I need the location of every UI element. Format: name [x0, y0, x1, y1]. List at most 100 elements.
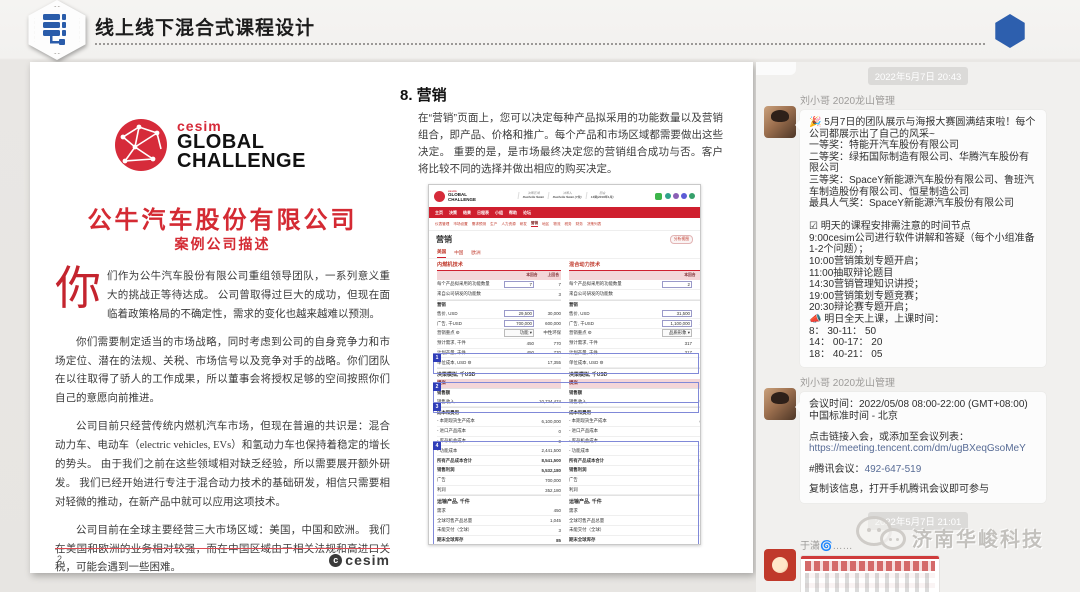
wechat-logo-icon: [856, 512, 908, 562]
attachment-results-table: [805, 573, 935, 592]
cesim-footer-logo: c cesim: [329, 552, 390, 568]
screenshot-header: cesim GLOBAL CHALLENGE 决策区域Rochelle Swan…: [429, 185, 700, 207]
table-row: 运输产品, 千件: [437, 495, 561, 506]
table-row: 期末全球库存85: [437, 536, 561, 545]
attachment-title-strip: [805, 561, 935, 571]
table-row: 每个产品拟采用的功能数量77: [437, 280, 561, 290]
table-row: 营销重点 ⚙功能 ▾中性环保: [437, 329, 561, 339]
table-row: 销售收入10,734,474: [437, 397, 561, 407]
company-title: 公牛汽车股份有限公司: [55, 200, 390, 235]
table-row: 广告, 千USD1,100,0001,000,000: [569, 319, 701, 329]
wechat-chat-panel: 2022年5月7日 20:43 刘小哥 2020龙山管理 🎉 5月7日的团队展示…: [756, 62, 1080, 592]
table-row: 决策模拟, 千USD: [437, 368, 561, 379]
table-row: 需求317: [569, 506, 701, 516]
title-underline: [95, 43, 985, 45]
marketing-section-page: 8. 营销 在“营销”页面上，您可以决定每种产品拟采用的功能数量以及营销组合，即…: [400, 62, 748, 573]
chat-message-1: 刘小哥 2020龙山管理 🎉 5月7日的团队展示与海报大赛圆满结束啦！每个公司都…: [756, 92, 1080, 367]
table-row: 利润352,180: [437, 486, 561, 496]
screenshot-breadcrumbs: 决策区域Rochelle Swan决策人Rochelle Swan (7位)回合…: [518, 192, 614, 199]
message-bubble: 🎉 5月7日的团队展示与海报大赛圆满结束啦！每个公司都展示出了自己的风采~一等奖…: [800, 110, 1046, 367]
table-row: 期末全球库存62: [569, 536, 701, 545]
table-row: 成本和费用: [569, 407, 701, 417]
table-row: 所有产品成本合计8,260,000: [569, 456, 701, 466]
table-row: 未能交付（全球）0: [569, 526, 701, 536]
sender-name: 刘小哥 2020龙山管理: [800, 374, 1070, 389]
slide-header: 线上线下混合式课程设计: [0, 0, 1080, 60]
table-row: 计划产量, 千件450770: [437, 349, 561, 359]
watermark-text: 济南华峻科技: [912, 523, 1044, 552]
table-row: - 功能成本1,902,000: [569, 446, 701, 456]
company-subtitle: 案例公司描述: [55, 234, 390, 254]
table-row: 销售额: [569, 388, 701, 398]
hybrid-tech-column: 混合动力技术 本回合 上回合 每个产品拟采用的功能数量22来自公司研发的功能数3…: [569, 259, 701, 545]
table-row: 单位成本, USD ⚙21,940: [569, 358, 701, 368]
avatar[interactable]: [764, 106, 796, 138]
table-row: 销售收入9,852,600: [569, 397, 701, 407]
table-row: 模拟: [569, 379, 701, 388]
table-row: 未能交付（全球）3: [437, 526, 561, 536]
meeting-link[interactable]: https://meeting.tencent.com/dm/ugBXeqGso…: [809, 443, 1037, 455]
page-title: 线上线下混合式课程设计: [95, 13, 315, 40]
avatar[interactable]: [764, 549, 796, 581]
screenshot-cesim-logo: cesim GLOBAL CHALLENGE: [434, 190, 476, 202]
table-row: - 库存机会成本0: [569, 437, 701, 447]
hexagon-decoration: [994, 14, 1026, 48]
mini-globe-icon: [434, 191, 445, 202]
table-row: 每个产品拟采用的功能数量22: [569, 280, 701, 290]
table-row: 销售利润1,592,600: [569, 466, 701, 476]
watermark: 济南华峻科技: [856, 512, 1044, 562]
table-row: 需求450: [437, 506, 561, 516]
table-row: 全球可售产品总量980: [569, 516, 701, 526]
screenshot-main-nav: 主页决策结果日程表小组帮助论坛: [429, 207, 700, 218]
page-number: 2: [57, 554, 62, 564]
footer-rule: [55, 548, 390, 549]
paragraph-1: 们作为公牛汽车股份有限公司重组领导团队，一系列意义重大的挑战正等待达成。 公司曾…: [107, 271, 390, 320]
table-row: 售价, USD31,50032,000: [569, 309, 701, 319]
table-row: 模拟: [437, 379, 561, 388]
chat-message-2: 刘小哥 2020龙山管理 会议时间：2022/05/08 08:00-22:00…: [756, 374, 1080, 503]
region-tabs: 美国中国欧洲: [429, 247, 700, 259]
document-page: cesim GLOBAL CHALLENGE 公牛汽车股份有限公司 案例公司描述…: [30, 62, 753, 573]
table-row: 广告, 千USD700,000600,000: [437, 319, 561, 329]
screenshot-sub-nav: 仪表管理市场设置需求预测生产人力资源研发营销地区物流税务财务决策列表: [429, 218, 700, 231]
table-row: 运输产品, 千件: [569, 495, 701, 506]
table-row: 预计需求, 千件317317: [569, 339, 701, 349]
table-row: 营销: [437, 300, 561, 310]
cesim-globe-icon: [113, 117, 169, 173]
course-hexagon-badge: [26, 0, 88, 60]
table-row: - 进口产品成本0: [437, 427, 561, 437]
table-row: - 功能成本2,441,500: [437, 446, 561, 456]
table-row: 销售利润5,532,180: [437, 466, 561, 476]
logo-challenge-text: CHALLENGE: [177, 152, 306, 171]
table-row: 决策模拟, 千USD: [569, 368, 701, 379]
table-row: 成本和费用: [437, 407, 561, 417]
table-row: 来自公司研发的功能数3: [569, 290, 701, 300]
table-row: 销售额: [437, 388, 561, 398]
meeting-id[interactable]: 492-647-519: [865, 464, 922, 475]
case-description-page: cesim GLOBAL CHALLENGE 公牛汽车股份有限公司 案例公司描述…: [55, 62, 390, 573]
table-row: 来自公司研发的功能数3: [437, 290, 561, 300]
table-row: - 本期现货生产成本6,358,000: [569, 417, 701, 427]
status-chip-icon: [655, 193, 662, 200]
chat-timestamp: 2022年5月7日 20:43: [868, 67, 969, 85]
sender-name: 刘小哥 2020龙山管理: [800, 92, 1070, 107]
table-row: 广告700,000: [437, 476, 561, 486]
previous-bubble-remnant: [756, 62, 796, 75]
table-row: 广告1,100,000: [569, 476, 701, 486]
paragraph-3: 公司目前只经营传统内燃机汽车市场，但现在普遍的共识是：混合动力车、电动车（ele…: [55, 418, 390, 512]
server-stack-icon: [41, 13, 73, 47]
cesim-platform-screenshot: cesim GLOBAL CHALLENGE 决策区域Rochelle Swan…: [428, 184, 701, 545]
table-row: 全球可售产品总量1,045: [437, 516, 561, 526]
message-bubble: 会议时间：2022/05/08 08:00-22:00 (GMT+08:00) …: [800, 392, 1046, 503]
table-row: 营销: [569, 300, 701, 310]
ice-tech-column: 内燃机技术 本回合 上回合 每个产品拟采用的功能数量77来自公司研发的功能数3营…: [437, 259, 561, 545]
cesim-c-icon: c: [329, 554, 342, 567]
table-row: 单位成本, USD ⚙17,355: [437, 358, 561, 368]
table-row: 所有产品成本合计8,541,500: [437, 456, 561, 466]
paragraph-2: 你们需要制定适当的市场战略，同时考虑到公司的自身竞争力和市场定位、潜在的法规、关…: [55, 334, 390, 410]
section-heading: 8. 营销: [400, 84, 447, 105]
table-row: 计划产量, 千件317317: [569, 349, 701, 359]
table-row: 预计需求, 千件450770: [437, 339, 561, 349]
avatar[interactable]: [764, 388, 796, 420]
table-row: 售价, USD29,50030,000: [437, 309, 561, 319]
